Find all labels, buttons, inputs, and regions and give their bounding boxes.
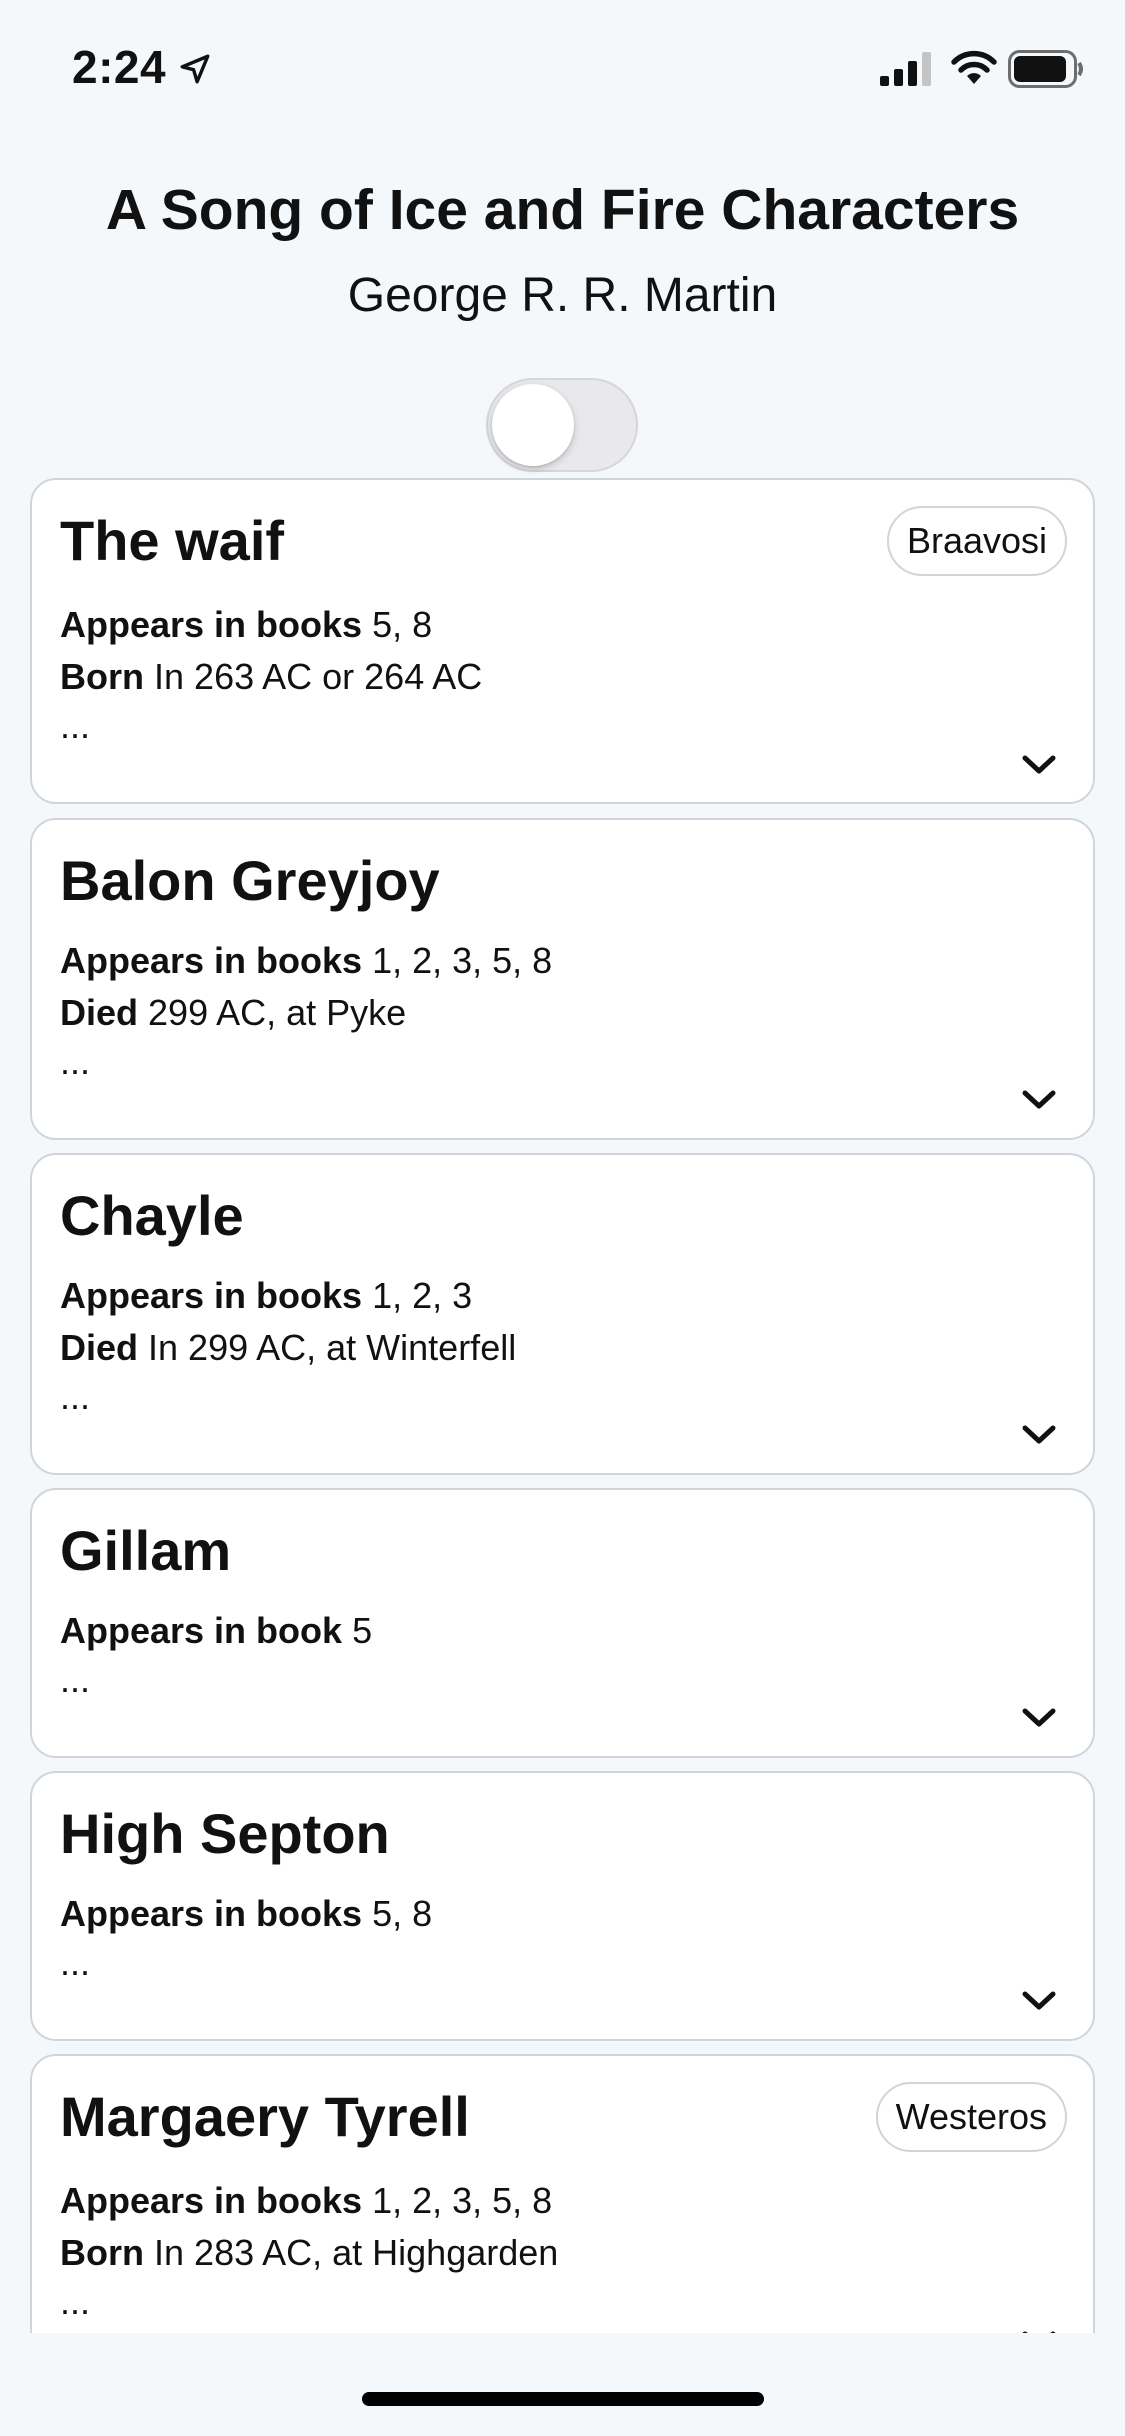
wifi-icon <box>951 50 997 84</box>
appears-value: 5 <box>352 1610 373 1651</box>
character-list: The waif Braavosi Appears in books 5, 8 … <box>30 478 1095 2333</box>
header: A Song of Ice and Fire Characters George… <box>0 172 1125 326</box>
died-info: Died 299 AC, at Pyke <box>60 987 406 1039</box>
toggle-knob <box>492 384 574 466</box>
cellular-signal-icon <box>880 52 931 86</box>
appears-label: Appears in books <box>60 1275 363 1316</box>
appears-in-books: Appears in book 5 <box>60 1605 372 1657</box>
appears-label: Appears in books <box>60 2180 363 2221</box>
born-info: Born In 263 AC or 264 AC <box>60 651 482 703</box>
more-ellipsis: ... <box>60 1041 91 1082</box>
character-card[interactable]: Margaery Tyrell Westeros Appears in book… <box>30 2054 1095 2333</box>
died-info: Died In 299 AC, at Winterfell <box>60 1322 516 1374</box>
chevron-down-icon[interactable] <box>1021 1423 1057 1447</box>
character-name: Margaery Tyrell <box>60 2085 470 2148</box>
appears-label: Appears in books <box>60 940 363 981</box>
born-value: In 283 AC, at Highgarden <box>154 2232 559 2273</box>
chevron-down-icon[interactable] <box>1021 1088 1057 1112</box>
appears-label: Appears in books <box>60 1893 363 1934</box>
appears-value: 5, 8 <box>372 1893 433 1934</box>
status-time: 2:24 <box>72 41 167 93</box>
more-ellipsis: ... <box>60 705 91 746</box>
character-name: Balon Greyjoy <box>60 849 440 912</box>
appears-value: 1, 2, 3 <box>372 1275 473 1316</box>
location-arrow-icon <box>180 54 210 84</box>
died-value: In 299 AC, at Winterfell <box>148 1327 517 1368</box>
appears-label: Appears in books <box>60 604 363 645</box>
character-card[interactable]: Balon Greyjoy Appears in books 1, 2, 3, … <box>30 818 1095 1140</box>
born-label: Born <box>60 2232 144 2273</box>
appears-value: 5, 8 <box>372 604 433 645</box>
appears-in-books: Appears in books 1, 2, 3, 5, 8 <box>60 935 552 987</box>
appears-in-books: Appears in books 5, 8 <box>60 1888 432 1940</box>
appears-label: Appears in book <box>60 1610 343 1651</box>
character-card[interactable]: Chayle Appears in books 1, 2, 3 Died In … <box>30 1153 1095 1475</box>
more-ellipsis: ... <box>60 1659 91 1700</box>
region-badge: Braavosi <box>886 506 1067 576</box>
born-info: Born In 283 AC, at Highgarden <box>60 2227 558 2279</box>
battery-icon <box>1008 50 1083 88</box>
more-ellipsis: ... <box>60 1942 91 1983</box>
appears-in-books: Appears in books 5, 8 <box>60 599 432 651</box>
home-indicator[interactable] <box>362 2392 764 2406</box>
died-label: Died <box>60 992 139 1033</box>
character-name: High Septon <box>60 1802 390 1865</box>
died-label: Died <box>60 1327 139 1368</box>
died-value: 299 AC, at Pyke <box>148 992 407 1033</box>
region-badge: Westeros <box>875 2082 1067 2152</box>
more-ellipsis: ... <box>60 1376 91 1417</box>
appears-value: 1, 2, 3, 5, 8 <box>372 2180 553 2221</box>
character-card[interactable]: Gillam Appears in book 5 ... <box>30 1488 1095 1758</box>
character-card[interactable]: High Septon Appears in books 5, 8 ... <box>30 1771 1095 2041</box>
character-card[interactable]: The waif Braavosi Appears in books 5, 8 … <box>30 478 1095 804</box>
chevron-down-icon[interactable] <box>1021 1989 1057 2013</box>
view-toggle[interactable] <box>486 378 638 472</box>
character-name: Gillam <box>60 1519 232 1582</box>
chevron-down-icon[interactable] <box>1021 753 1057 777</box>
appears-in-books: Appears in books 1, 2, 3, 5, 8 <box>60 2175 552 2227</box>
chevron-down-icon[interactable] <box>1021 1706 1057 1730</box>
character-name: Chayle <box>60 1184 244 1247</box>
appears-in-books: Appears in books 1, 2, 3 <box>60 1270 472 1322</box>
appears-value: 1, 2, 3, 5, 8 <box>372 940 553 981</box>
more-ellipsis: ... <box>60 2281 91 2322</box>
status-bar: 2:24 <box>0 0 1125 140</box>
chevron-down-icon[interactable] <box>1021 2329 1057 2333</box>
page-subtitle: George R. R. Martin <box>347 269 778 322</box>
born-value: In 263 AC or 264 AC <box>154 656 483 697</box>
character-name: The waif <box>60 509 285 572</box>
born-label: Born <box>60 656 144 697</box>
page-title: A Song of Ice and Fire Characters <box>105 178 1020 242</box>
